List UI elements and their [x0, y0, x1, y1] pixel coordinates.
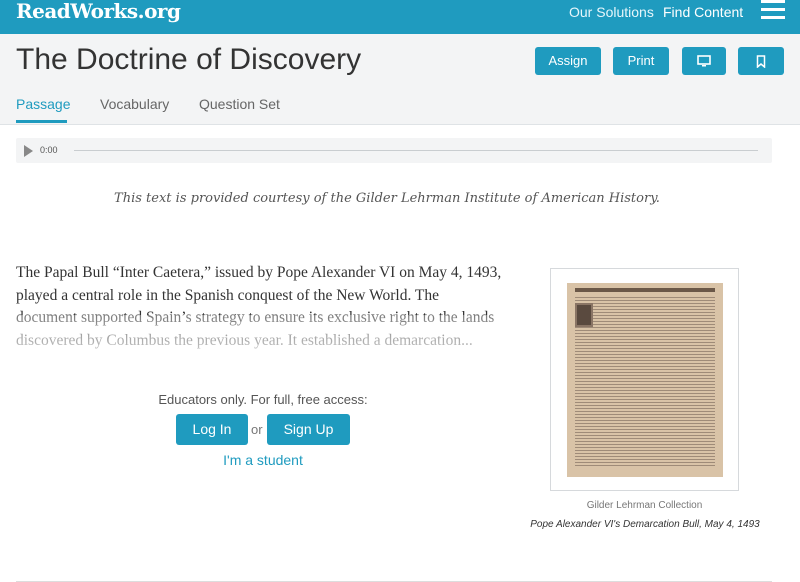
student-link[interactable]: I'm a student	[100, 452, 426, 468]
document-heading	[575, 288, 715, 292]
active-tab-indicator	[16, 120, 67, 123]
page-title: The Doctrine of Discovery	[16, 43, 362, 76]
present-button[interactable]	[682, 47, 726, 75]
hamburger-icon[interactable]	[761, 0, 785, 20]
figure-caption: Pope Alexander VI's Demarcation Bull, Ma…	[530, 519, 760, 530]
login-button[interactable]: Log In	[176, 414, 248, 445]
tab-passage[interactable]: Passage	[16, 95, 70, 113]
tab-vocabulary[interactable]: Vocabulary	[100, 95, 169, 113]
title-bar: The Doctrine of Discovery Assign Print P…	[0, 34, 800, 125]
assign-button[interactable]: Assign	[535, 47, 601, 75]
signup-button[interactable]: Sign Up	[267, 414, 350, 445]
historical-document-image	[567, 283, 723, 477]
tab-question-set[interactable]: Question Set	[199, 95, 280, 113]
figure-credit: Gilder Lehrman Collection	[586, 500, 703, 511]
passage-fade-overlay	[0, 315, 520, 375]
readworks-logo[interactable]: ReadWorks.org	[16, 0, 181, 24]
bookmark-button[interactable]	[738, 47, 784, 75]
print-button[interactable]: Print	[613, 47, 669, 75]
nav-our-solutions[interactable]: Our Solutions	[569, 4, 654, 20]
play-icon[interactable]	[24, 145, 33, 157]
document-text-lines	[575, 297, 715, 467]
access-prompt: Educators only. For full, free access:	[158, 392, 368, 407]
figure-image[interactable]	[550, 268, 739, 491]
monitor-icon	[697, 55, 711, 67]
audio-player: 0:00	[16, 138, 772, 163]
audio-progress-track[interactable]	[74, 150, 758, 151]
nav-find-content[interactable]: Find Content	[663, 4, 743, 20]
bookmark-icon	[756, 55, 766, 69]
courtesy-note: This text is provided courtesy of the Gi…	[114, 191, 660, 206]
top-navbar: ReadWorks.org Our Solutions Find Content	[0, 0, 800, 34]
illuminated-initial	[575, 303, 593, 327]
audio-time: 0:00	[40, 145, 58, 155]
or-separator: or	[251, 422, 263, 437]
